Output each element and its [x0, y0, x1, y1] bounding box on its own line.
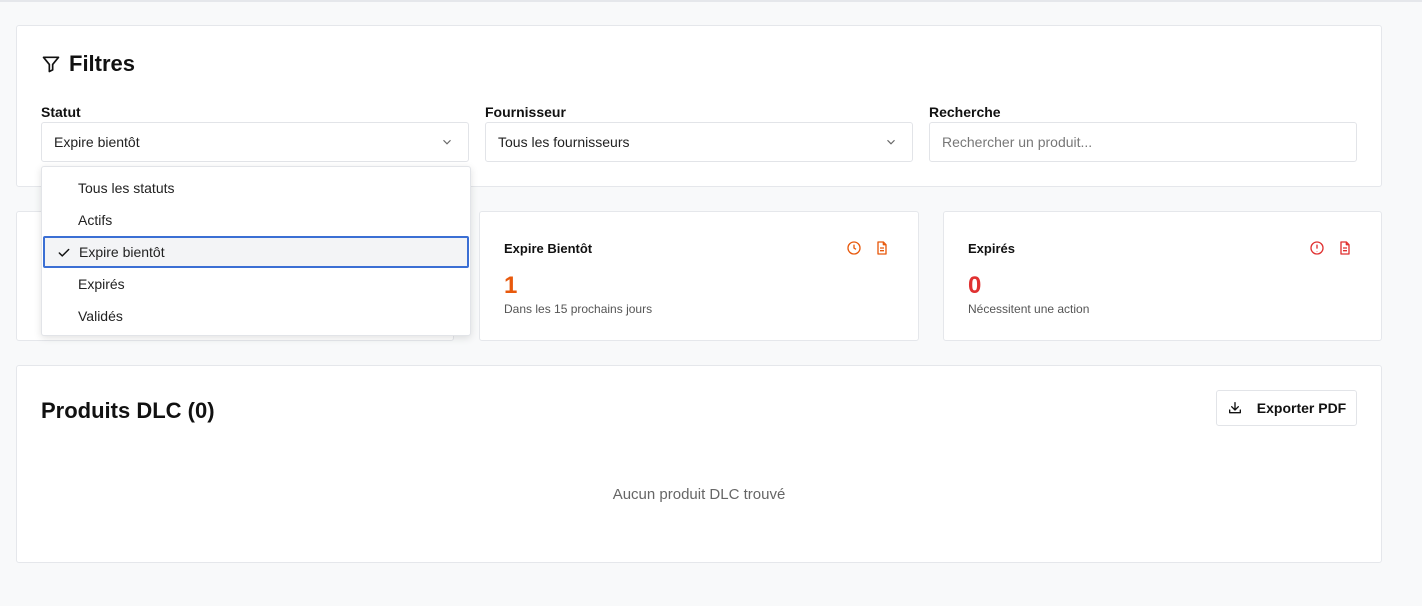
- option-label: Actifs: [78, 212, 113, 228]
- filters-header: Filtres: [41, 51, 135, 77]
- statut-label: Statut: [41, 104, 81, 120]
- filters-card: Filtres Statut Expire bientôt Fournisseu…: [16, 25, 1382, 187]
- fournisseur-label: Fournisseur: [485, 104, 566, 120]
- top-border: [0, 0, 1422, 2]
- stat-value: 0: [968, 272, 982, 299]
- statut-select[interactable]: Expire bientôt: [41, 122, 469, 162]
- statut-select-value: Expire bientôt: [54, 134, 140, 150]
- recherche-label: Recherche: [929, 104, 1001, 120]
- stat-value: 1: [504, 272, 518, 299]
- download-icon: [1228, 402, 1241, 414]
- filters-title: Filtres: [69, 51, 136, 76]
- stat-title: Expire Bientôt: [504, 241, 593, 256]
- search-placeholder: Rechercher un produit...: [942, 134, 1093, 150]
- search-input[interactable]: Rechercher un produit...: [929, 122, 1357, 162]
- export-pdf-button[interactable]: Exporter PDF: [1216, 390, 1357, 426]
- stat-icons: [1309, 240, 1353, 256]
- filter-icon: [42, 56, 60, 73]
- dropdown-option-expired[interactable]: Expirés: [42, 268, 470, 300]
- stat-icons: [846, 240, 890, 256]
- chevron-down-icon: [887, 139, 895, 145]
- dropdown-option-all[interactable]: Tous les statuts: [42, 172, 470, 204]
- alert-circle-icon: [1310, 241, 1324, 255]
- dropdown-option-expire-soon[interactable]: Expire bientôt: [43, 236, 469, 268]
- products-card: Produits DLC (0) Exporter PDF Aucun prod…: [16, 365, 1382, 563]
- stat-subtitle: Dans les 15 prochains jours: [504, 302, 653, 316]
- stat-subtitle: Nécessitent une action: [968, 302, 1090, 316]
- clock-icon: [847, 241, 861, 255]
- chevron-down-icon: [443, 139, 451, 145]
- option-label: Expire bientôt: [79, 244, 165, 260]
- dropdown-option-validated[interactable]: Validés: [42, 300, 470, 332]
- products-title: Produits DLC (0): [41, 398, 215, 423]
- option-label: Expirés: [78, 276, 125, 292]
- empty-state-message: Aucun produit DLC trouvé: [612, 486, 786, 503]
- stat-card-expired: Expirés 0 Nécessitent une action: [943, 211, 1382, 341]
- statut-dropdown-menu: Tous les statuts Actifs Expire bientôt E…: [41, 166, 471, 336]
- check-icon: [58, 248, 70, 257]
- stat-card-expire-soon: Expire Bientôt 1 Dans les 15 prochains j…: [479, 211, 919, 341]
- stat-title: Expirés: [968, 241, 1015, 256]
- option-label: Validés: [78, 308, 123, 324]
- dropdown-option-active[interactable]: Actifs: [42, 204, 470, 236]
- option-label: Tous les statuts: [78, 180, 175, 196]
- export-pdf-label: Exporter PDF: [1256, 400, 1347, 416]
- file-text-icon: [877, 241, 887, 255]
- fournisseur-select-value: Tous les fournisseurs: [498, 134, 630, 150]
- fournisseur-select[interactable]: Tous les fournisseurs: [485, 122, 913, 162]
- file-text-icon: [1340, 241, 1350, 255]
